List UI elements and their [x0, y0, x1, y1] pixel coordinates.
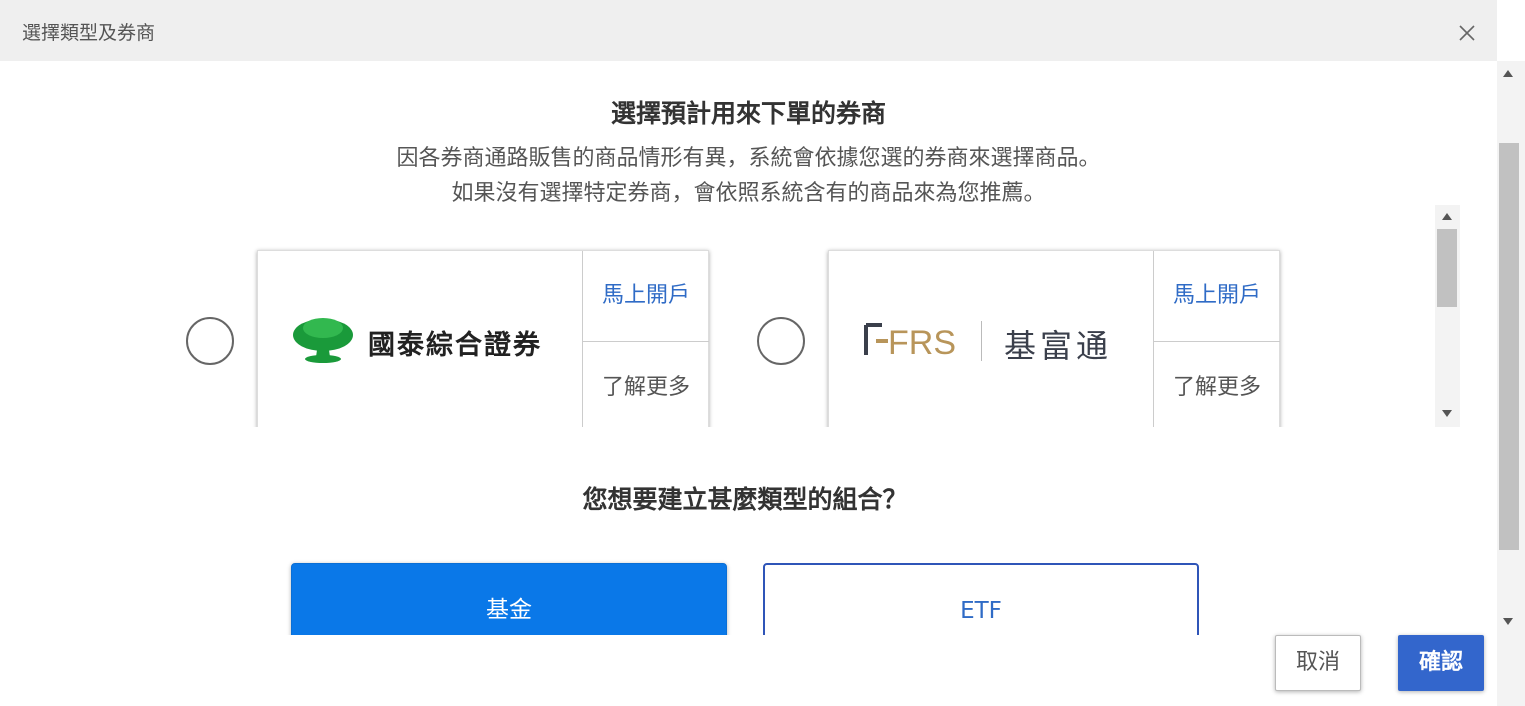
frs-brand-name: 基富通	[1004, 327, 1113, 365]
frs-logo-mark-icon: FRS	[864, 323, 956, 357]
cathay-brand-name: 國泰綜合證券	[368, 330, 542, 361]
logo-divider	[981, 321, 982, 361]
broker-card-actions: 馬上開戶 了解更多	[1153, 251, 1280, 427]
broker-radio-frs[interactable]	[757, 317, 805, 365]
broker-radio-cathay[interactable]	[186, 317, 234, 365]
confirm-button[interactable]: 確認	[1398, 635, 1484, 691]
broker-card-actions: 馬上開戶 了解更多	[582, 251, 709, 427]
dialog-title: 選擇類型及券商	[22, 22, 156, 44]
frs-logo: FRS 基富通	[829, 251, 1153, 427]
learn-more-link-frs[interactable]: 了解更多	[1154, 342, 1280, 427]
broker-description-line-2: 如果沒有選擇特定券商，會依照系統含有的商品來為您推薦。	[451, 181, 1046, 206]
broker-card-cathay[interactable]: 國泰綜合證券 馬上開戶 了解更多	[257, 250, 709, 427]
cancel-button[interactable]: 取消	[1275, 635, 1361, 691]
portfolio-type-heading: 您想要建立甚麼類型的組合？	[582, 485, 908, 514]
type-option-etf[interactable]: ETF	[763, 563, 1199, 635]
type-option-fund[interactable]: 基金	[291, 563, 727, 635]
broker-description-line-1: 因各券商通路販售的商品情形有異，系統會依據您選的券商來選擇商品。	[396, 146, 1101, 171]
scrollbar-thumb[interactable]	[1499, 143, 1519, 550]
open-account-link-frs[interactable]: 馬上開戶	[1154, 251, 1280, 342]
scroll-up-arrow-icon[interactable]	[1503, 70, 1513, 77]
scrollbar-thumb[interactable]	[1437, 229, 1457, 307]
cathay-tree-icon	[293, 318, 353, 363]
close-icon[interactable]	[1454, 20, 1480, 46]
broker-section-heading: 選擇預計用來下單的券商	[610, 99, 886, 128]
broker-list-scrollbar[interactable]	[1435, 205, 1460, 427]
portfolio-type-options: 基金 ETF	[0, 555, 1497, 635]
dialog-scrollbar[interactable]	[1497, 61, 1525, 706]
scroll-up-arrow-icon[interactable]	[1442, 213, 1452, 220]
scroll-down-arrow-icon[interactable]	[1442, 410, 1452, 417]
broker-card-frs[interactable]: FRS 基富通 馬上開戶 了解更多	[828, 250, 1280, 427]
frs-logo-mark-text: FRS	[888, 324, 956, 357]
cathay-logo: 國泰綜合證券	[258, 251, 582, 427]
dialog-header: 選擇類型及券商	[0, 0, 1497, 61]
broker-list: 國泰綜合證券 馬上開戶 了解更多 FRS 基富通 馬上開戶 了解更多	[170, 205, 1460, 427]
scroll-down-arrow-icon[interactable]	[1503, 618, 1513, 625]
open-account-link-cathay[interactable]: 馬上開戶	[583, 251, 709, 342]
learn-more-link-cathay[interactable]: 了解更多	[583, 342, 709, 427]
